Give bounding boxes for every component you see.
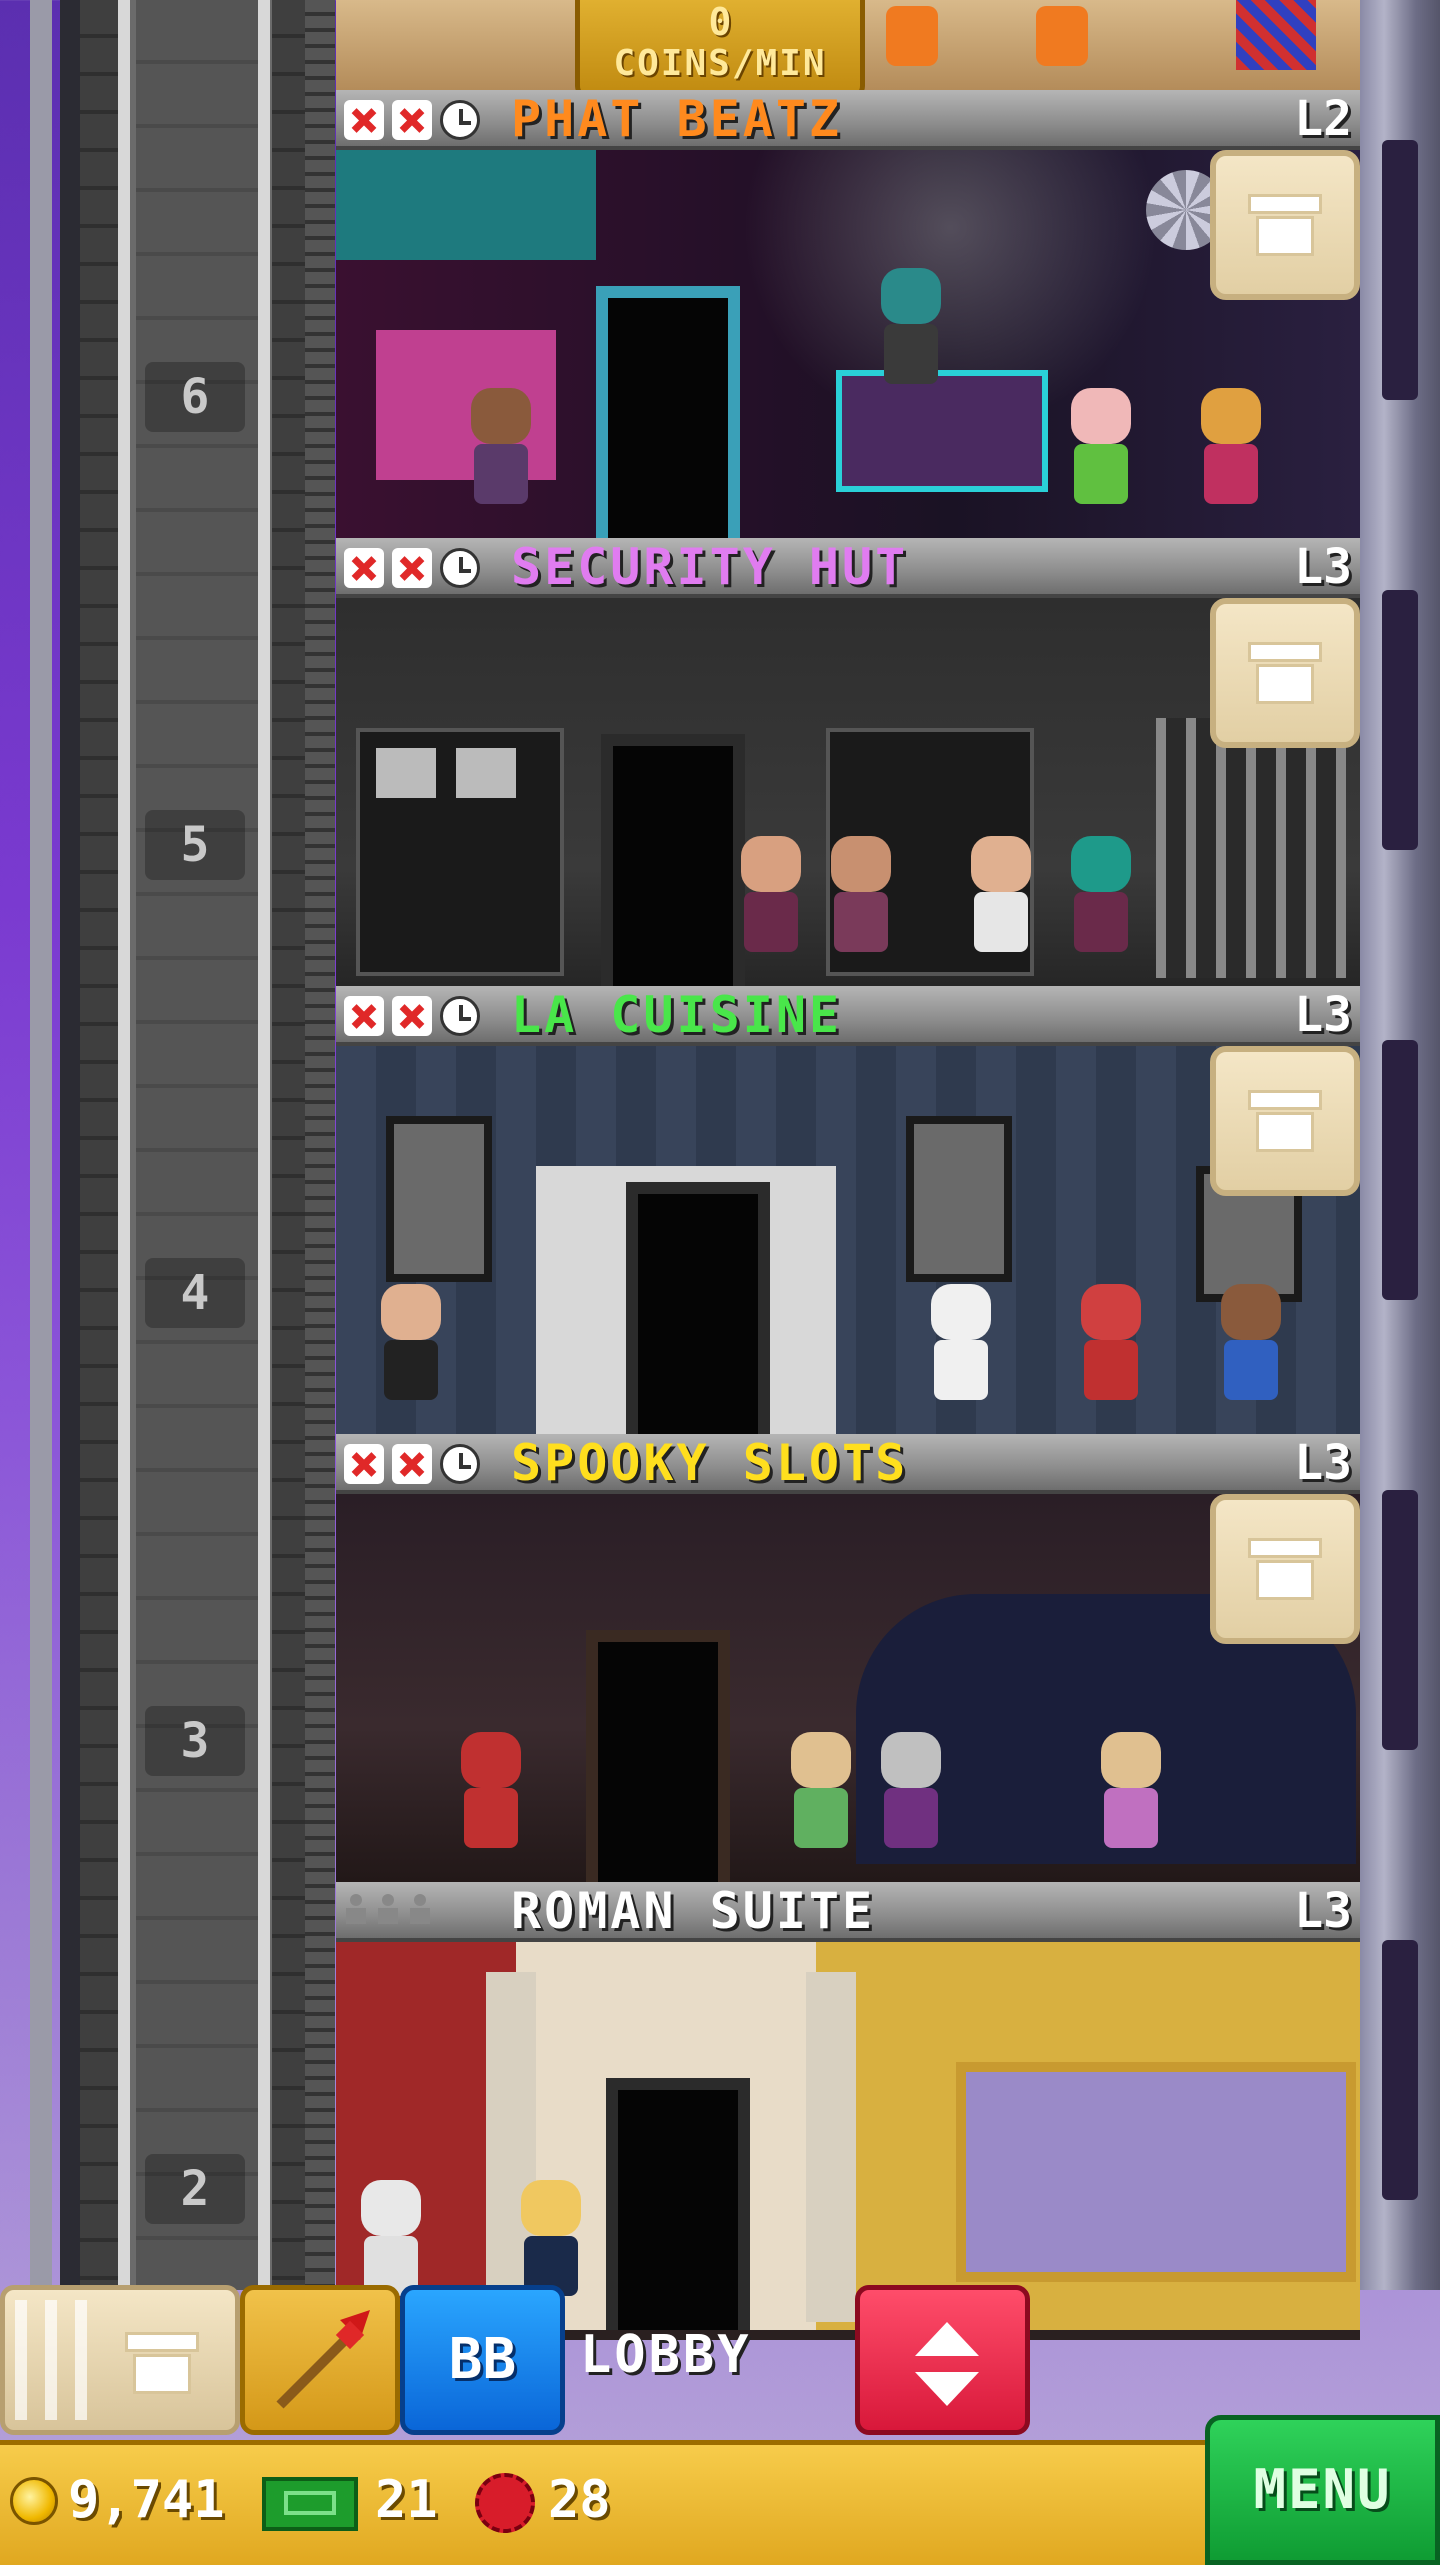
stock-button[interactable] <box>1210 1046 1360 1196</box>
room-scene-restaurant <box>336 1046 1360 1444</box>
clock-icon <box>440 996 480 1036</box>
gem-icon <box>475 2473 535 2533</box>
floor-security-hut[interactable]: SECURITY HUT L3 <box>336 538 1360 996</box>
coins-per-min-label: COINS/MIN <box>613 43 827 84</box>
x-icon <box>392 100 432 140</box>
elevator-stock-button[interactable] <box>0 2285 240 2435</box>
x-icon <box>344 100 384 140</box>
bitbook-button[interactable]: BB <box>400 2285 565 2435</box>
clock-icon <box>440 1444 480 1484</box>
room-scene-roman <box>336 1942 1360 2340</box>
elevator-arrows-icon <box>915 2322 979 2356</box>
resident-slot-icon <box>344 1894 368 1926</box>
box-icon <box>1248 1090 1322 1152</box>
floor-name: PHAT BEATZ <box>511 90 843 148</box>
stock-button[interactable] <box>1210 598 1360 748</box>
floor-number-5: 5 <box>145 810 245 880</box>
floor-header: SECURITY HUT L3 <box>336 538 1360 598</box>
floor-name: SECURITY HUT <box>511 538 909 596</box>
elevator-button[interactable] <box>855 2285 1030 2435</box>
floor-spooky-slots[interactable]: SPOOKY SLOTS L3 <box>336 1434 1360 1892</box>
floor-la-cuisine[interactable]: LA CUISINE L3 <box>336 986 1360 1444</box>
floor-level: L2 <box>1294 91 1352 147</box>
coins-per-min-value: 0 <box>708 0 732 44</box>
room-scene-nightclub <box>336 150 1360 548</box>
floor-level: L3 <box>1294 987 1352 1043</box>
floor-number-2: 2 <box>145 2154 245 2224</box>
room-scene-casino <box>336 1494 1360 1892</box>
x-icon <box>344 1444 384 1484</box>
floor-number-4: 4 <box>145 1258 245 1328</box>
coins-count: 9,741 <box>68 2470 225 2530</box>
floor-header: LA CUISINE L3 <box>336 986 1360 1046</box>
coin-icon <box>10 2477 58 2525</box>
rocket-icon <box>276 2310 370 2409</box>
currency-status-bar: 9,741 21 28 MENU <box>0 2415 1440 2565</box>
floor-number-6: 6 <box>145 362 245 432</box>
floor-number-3: 3 <box>145 1706 245 1776</box>
bux-icon <box>262 2477 358 2531</box>
box-icon <box>125 2332 199 2394</box>
resident-slot-icon <box>408 1894 432 1926</box>
resident-slot-icon <box>376 1894 400 1926</box>
clock-icon <box>440 100 480 140</box>
floor-level: L3 <box>1294 1435 1352 1491</box>
rocket-button[interactable] <box>240 2285 400 2435</box>
floor-name: SPOOKY SLOTS <box>511 1434 909 1492</box>
x-icon <box>392 1444 432 1484</box>
floor-name: ROMAN SUITE <box>511 1882 876 1940</box>
floor-roman-suite[interactable]: ROMAN SUITE L3 <box>336 1882 1360 2340</box>
lobby-label: LOBBY <box>580 2325 752 2385</box>
floor-phat-beatz[interactable]: PHAT BEATZ L2 <box>336 90 1360 548</box>
floor-name: LA CUISINE <box>511 986 843 1044</box>
x-icon <box>344 996 384 1036</box>
x-icon <box>392 548 432 588</box>
room-scene-security <box>336 598 1360 996</box>
box-icon <box>1248 642 1322 704</box>
stock-button[interactable] <box>1210 150 1360 300</box>
floor-header: ROMAN SUITE L3 <box>336 1882 1360 1942</box>
floor-header: SPOOKY SLOTS L3 <box>336 1434 1360 1494</box>
bux-count: 21 <box>375 2470 438 2530</box>
gems-count: 28 <box>548 2470 611 2530</box>
x-icon <box>344 548 384 588</box>
x-icon <box>392 996 432 1036</box>
coins-per-min-badge[interactable]: 0 COINS/MIN <box>575 0 865 100</box>
building-pillar <box>1360 0 1440 2290</box>
floor-level: L3 <box>1294 539 1352 595</box>
box-icon <box>1248 1538 1322 1600</box>
elevator-shaft: 6 5 4 3 2 <box>0 0 340 2290</box>
stock-button[interactable] <box>1210 1494 1360 1644</box>
menu-button[interactable]: MENU <box>1205 2415 1440 2565</box>
floor-header: PHAT BEATZ L2 <box>336 90 1360 150</box>
floor-level: L3 <box>1294 1883 1352 1939</box>
clock-icon <box>440 548 480 588</box>
box-icon <box>1248 194 1322 256</box>
